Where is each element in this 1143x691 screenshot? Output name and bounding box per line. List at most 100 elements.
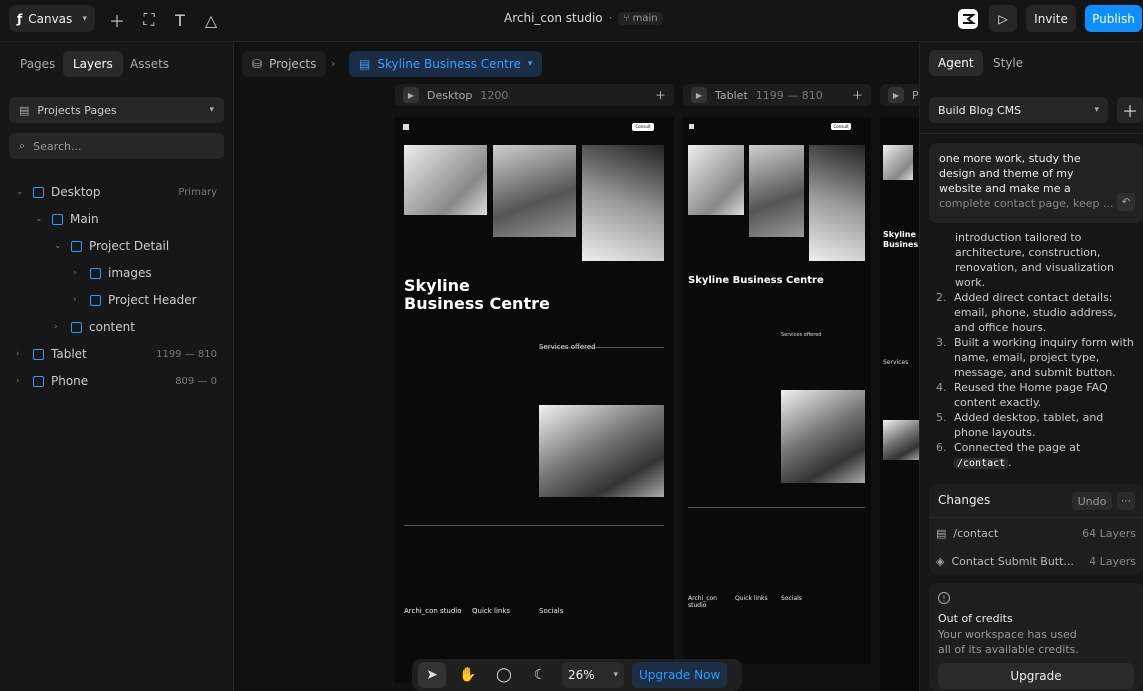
add-icon[interactable]: ＋ — [655, 87, 666, 103]
layer-images[interactable]: › images — [73, 262, 217, 284]
code-path: /contact — [954, 458, 1009, 469]
consult-button[interactable]: Consult — [632, 123, 654, 131]
search-input[interactable]: ⌕ Search... — [9, 133, 224, 159]
chevron-right-icon[interactable]: › — [73, 268, 83, 278]
branch-badge[interactable]: ⑂ main — [618, 11, 663, 25]
footer-brand: Archi_con studio — [688, 595, 717, 609]
tab-style[interactable]: Style — [984, 50, 1032, 76]
hand-tool-icon[interactable]: ✋ — [454, 662, 482, 688]
chevron-down-icon: ▾ — [82, 13, 87, 24]
right-panel: Agent Style Build Blog CMS ▾ ＋ one more … — [919, 42, 1143, 691]
play-preview-icon[interactable]: ▷ — [989, 5, 1017, 32]
zoom-select[interactable]: 26% ▾ — [562, 662, 624, 688]
divider — [688, 507, 865, 508]
tab-assets[interactable]: Assets — [120, 51, 179, 77]
tab-agent[interactable]: Agent — [929, 50, 983, 76]
frame-name: Tablet — [715, 88, 748, 102]
change-name: /contact — [953, 526, 999, 540]
frame-header-tablet[interactable]: ▶ Tablet 1199 — 810 ＋ — [683, 84, 871, 106]
dark-mode-icon[interactable]: ☾ — [526, 662, 554, 688]
layer-main[interactable]: ⌄ Main — [35, 208, 217, 230]
list-number: 2. — [936, 291, 947, 304]
tab-layers[interactable]: Layers — [63, 51, 123, 77]
play-icon[interactable]: ▶ — [888, 87, 904, 103]
upgrade-button[interactable]: Upgrade — [938, 663, 1134, 689]
plugin-icon[interactable] — [954, 5, 982, 32]
chevron-down-icon: ▾ — [209, 105, 214, 115]
chevron-down-icon: ▾ — [613, 670, 618, 680]
chevron-right-icon[interactable]: › — [54, 322, 64, 332]
frame-layer-icon — [33, 186, 44, 198]
chevron-down-icon[interactable]: ⌄ — [16, 187, 26, 197]
app-name: Canvas — [28, 11, 73, 26]
publish-button[interactable]: Publish — [1085, 5, 1142, 32]
frame-header-phone[interactable]: ▶ P — [880, 84, 919, 106]
layer-project-header[interactable]: › Project Header — [73, 289, 217, 311]
chevron-right-icon[interactable]: › — [16, 376, 26, 386]
play-icon[interactable]: ▶ — [403, 87, 419, 103]
divider — [404, 525, 664, 526]
chevron-down-icon[interactable]: ⌄ — [54, 241, 64, 251]
upgrade-now-button[interactable]: Upgrade Now — [632, 662, 728, 688]
app-menu-button[interactable]: ƒ Canvas ▾ — [9, 5, 95, 32]
footer-brand: Archi_con studio — [404, 607, 462, 615]
frame-name: Desktop — [427, 88, 473, 102]
frame-layer-icon — [33, 348, 44, 360]
triangle-icon[interactable]: △ — [200, 9, 222, 31]
tab-pages[interactable]: Pages — [10, 51, 65, 77]
services-heading: Services offered — [539, 343, 596, 351]
chevron-right-icon[interactable]: › — [73, 295, 83, 305]
layer-label: Main — [70, 212, 99, 226]
frame-header-desktop[interactable]: ▶ Desktop 1200 ＋ — [395, 84, 674, 106]
text-icon[interactable]: T — [169, 9, 191, 31]
facade-image — [883, 420, 919, 460]
footer-quick-links: Quick links — [472, 607, 511, 615]
new-chat-button[interactable]: ＋ — [1117, 97, 1143, 123]
divider — [929, 517, 1143, 518]
undo-message-icon[interactable]: ↶ — [1117, 193, 1135, 211]
layer-content[interactable]: › content — [54, 316, 217, 338]
agent-select[interactable]: Build Blog CMS ▾ — [929, 97, 1108, 123]
list-text: Connected the page at — [954, 441, 1081, 454]
message-line: complete contact page, keep ... — [939, 197, 1114, 210]
phone-frame[interactable]: Skyline Busines Services — [880, 117, 919, 691]
add-icon[interactable]: ＋ — [852, 87, 863, 103]
stack-layer-icon — [52, 213, 63, 225]
layer-phone[interactable]: › Phone 809 — 0 — [16, 370, 217, 392]
cursor-tool-icon[interactable]: ➤ — [418, 662, 446, 688]
branch-label: main — [632, 12, 658, 24]
change-item[interactable]: ◈ Contact Submit Butt... 4 Layers — [936, 553, 1136, 569]
list-item: 6. Connected the page at /contact. — [936, 441, 1081, 469]
more-icon[interactable]: ⋯ — [1117, 492, 1135, 510]
play-icon[interactable]: ▶ — [691, 87, 707, 103]
breadcrumb-current[interactable]: ▤ Skyline Business Centre ▾ — [349, 51, 543, 77]
pages-select[interactable]: ▤ Projects Pages ▾ — [9, 97, 224, 123]
list-text: Built a working inquiry form with name, … — [954, 336, 1134, 379]
layer-tablet[interactable]: › Tablet 1199 — 810 — [16, 343, 217, 365]
frame-icon[interactable]: ⛶ — [138, 9, 160, 31]
response-line: renovation, and visualization — [955, 261, 1114, 274]
breadcrumb-projects[interactable]: ⛁ Projects — [242, 51, 327, 77]
tablet-frame[interactable]: Consult Skyline Business Centre Services… — [683, 117, 871, 664]
invite-button[interactable]: Invite — [1026, 5, 1076, 32]
consult-button[interactable]: Consult — [831, 123, 851, 130]
layer-project-detail[interactable]: ⌄ Project Detail — [54, 235, 217, 257]
search-placeholder: Search... — [33, 139, 82, 153]
undo-button[interactable]: Undo — [1072, 492, 1112, 510]
project-title[interactable]: Archi_con studio · ⑂ main — [504, 11, 663, 25]
footer-quick-links: Quick links — [735, 595, 768, 602]
layer-label: Tablet — [51, 347, 87, 361]
message-line: design and theme of my — [939, 167, 1074, 180]
layer-desktop[interactable]: ⌄ Desktop Primary — [16, 181, 217, 203]
add-icon[interactable]: ＋ — [106, 9, 128, 31]
message-line: website and make me a — [939, 182, 1071, 195]
chevron-down-icon[interactable]: ⌄ — [35, 214, 45, 224]
user-message: one more work, study the design and them… — [929, 143, 1143, 223]
comment-icon[interactable]: ◯ — [490, 662, 518, 688]
chevron-right-icon[interactable]: › — [16, 349, 26, 359]
canvas[interactable]: ⛁ Projects › ▤ Skyline Business Centre ▾… — [234, 42, 919, 691]
change-item[interactable]: ▤ /contact 64 Layers — [936, 525, 1136, 541]
stack-layer-icon — [71, 321, 82, 333]
list-item: 4. Reused the Home page FAQ content exact… — [936, 380, 1136, 410]
desktop-frame[interactable]: Consult Skyline Business Centre Services… — [395, 117, 674, 683]
